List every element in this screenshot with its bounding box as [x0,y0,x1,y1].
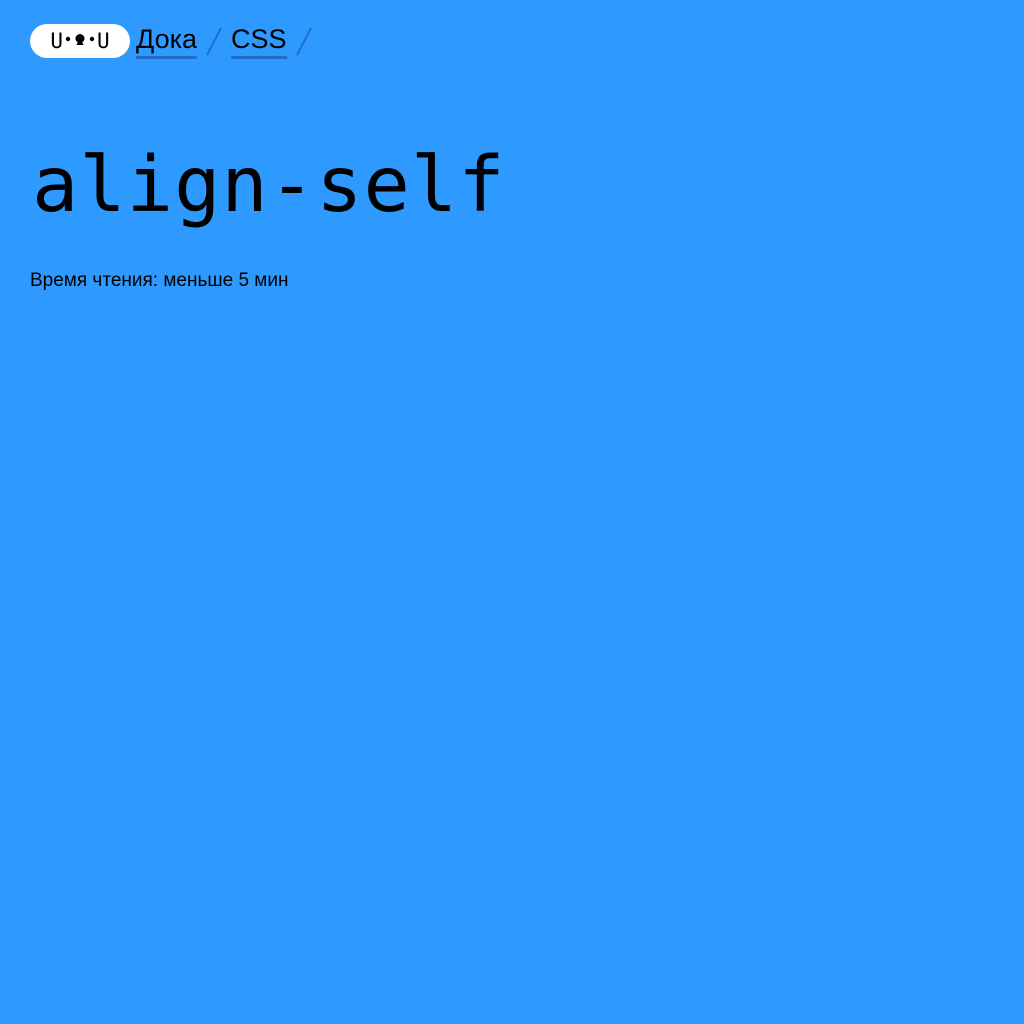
breadcrumb-doka-link[interactable]: Дока [136,23,198,59]
breadcrumb-separator-icon [206,27,222,56]
doka-face-logo-icon [65,34,95,45]
breadcrumb-separator-icon [295,27,312,56]
site-header: U U Дока CSS [30,22,321,60]
logo-home-link[interactable]: U U [30,24,130,58]
page-title: align-self [32,141,506,230]
breadcrumb: Дока CSS [136,22,321,60]
logo-letter-right: U [97,29,110,53]
logo-mark: U U [50,29,109,53]
logo-letter-left: U [50,29,63,53]
reading-time: Время чтения: меньше 5 мин [30,270,289,291]
breadcrumb-css-link[interactable]: CSS [231,23,287,59]
